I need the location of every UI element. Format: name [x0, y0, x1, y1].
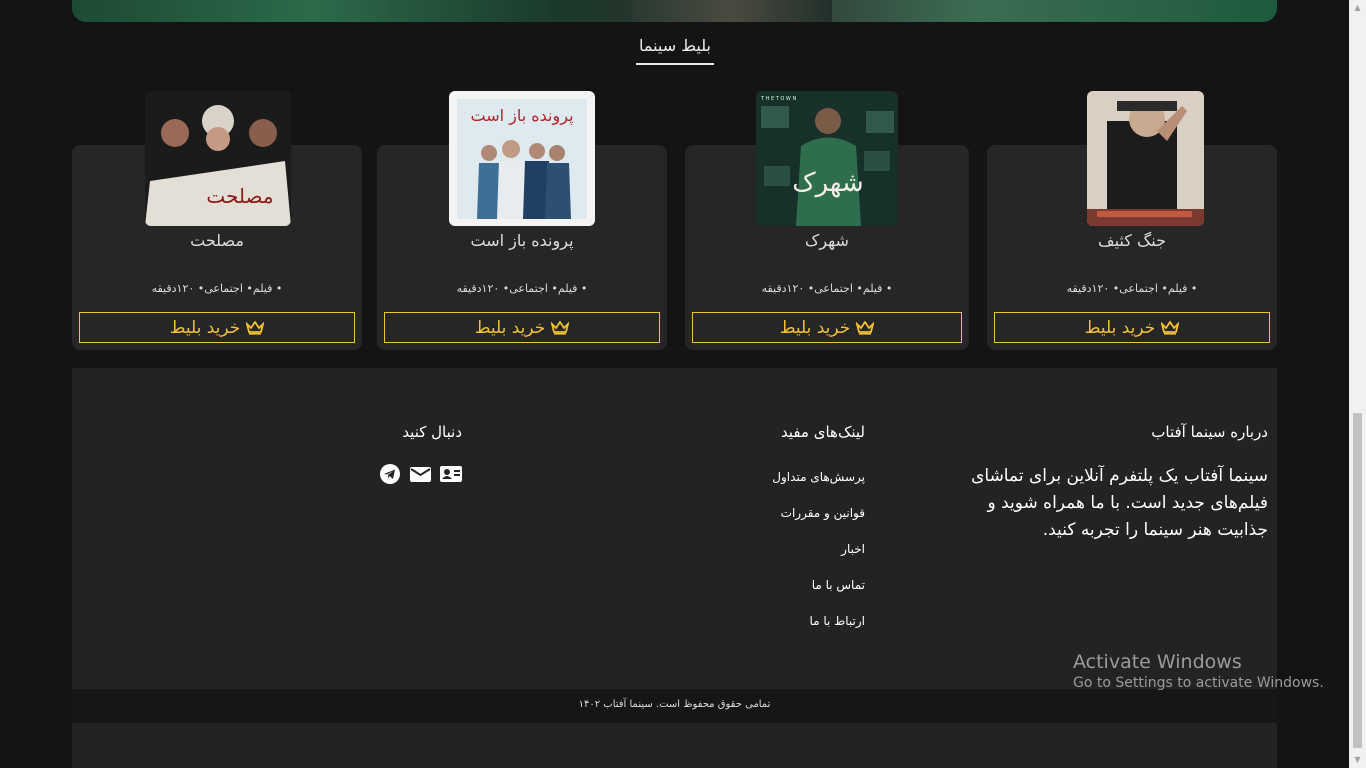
footer-link-rules[interactable]: قوانین و مقررات: [781, 506, 865, 520]
scroll-down-arrow[interactable]: ▼: [1353, 754, 1362, 766]
footer-link-faq[interactable]: پرسش‌های متداول: [772, 470, 865, 484]
movie-meta: • فیلم• اجتماعی• ۱۲۰دقیقه: [456, 282, 588, 295]
activation-subtitle: Go to Settings to activate Windows.: [1073, 675, 1324, 691]
movie-title[interactable]: مصلحت: [72, 231, 362, 250]
buy-ticket-button[interactable]: خرید بلیط: [692, 312, 962, 343]
buy-ticket-button[interactable]: خرید بلیط: [994, 312, 1270, 343]
buy-ticket-label: خرید بلیط: [474, 317, 546, 338]
footer-link-connect[interactable]: ارتباط با ما: [809, 614, 865, 628]
about-title: درباره سینما آفتاب: [1151, 423, 1268, 441]
svg-text:پرونده باز است: پرونده باز است: [470, 106, 573, 126]
links-title: لینک‌های مفید: [780, 423, 865, 441]
contact-card-icon[interactable]: [440, 464, 462, 484]
crown-icon: [246, 320, 265, 335]
telegram-icon[interactable]: [380, 464, 400, 484]
hero-banner: [72, 0, 1277, 22]
copyright-text: تمامی حقوق محفوظ است. سینما آفتاب ۱۴۰۲: [578, 699, 771, 710]
movie-title[interactable]: جنگ کثیف: [987, 231, 1277, 250]
footer-link-contact[interactable]: تماس با ما: [812, 578, 865, 592]
scroll-up-arrow[interactable]: ▲: [1353, 2, 1362, 14]
svg-text:T H E T O W N: T H E T O W N: [760, 96, 796, 102]
svg-text:مصلحت: مصلحت: [206, 184, 273, 208]
scrollbar-thumb[interactable]: [1353, 413, 1362, 748]
svg-text:شهرک: شهرک: [792, 168, 863, 198]
buy-ticket-button[interactable]: خرید بلیط: [384, 312, 660, 343]
movie-meta: • فیلم• اجتماعی• ۱۲۰دقیقه: [151, 282, 283, 295]
mail-icon[interactable]: [410, 464, 431, 484]
movie-poster[interactable]: مصلحت: [145, 91, 291, 226]
about-text: سینما آفتاب یک پلتفرم آنلاین برای تماشای…: [971, 466, 1268, 540]
crown-icon: [856, 320, 875, 335]
movie-poster[interactable]: [1087, 91, 1204, 226]
movie-poster[interactable]: T H E T O W N شهرک: [756, 91, 898, 226]
crown-icon: [551, 320, 570, 335]
movie-title[interactable]: شهرک: [685, 231, 969, 250]
movie-meta: • فیلم• اجتماعی• ۱۲۰دقیقه: [1066, 282, 1198, 295]
buy-ticket-label: خرید بلیط: [1084, 317, 1156, 338]
buy-ticket-button[interactable]: خرید بلیط: [79, 312, 355, 343]
footer-link-news[interactable]: اخبار: [841, 542, 865, 556]
activation-title: Activate Windows: [1073, 651, 1242, 673]
vertical-scrollbar[interactable]: ▲ ▼: [1349, 0, 1366, 768]
buy-ticket-label: خرید بلیط: [169, 317, 241, 338]
movie-title[interactable]: پرونده باز است: [377, 231, 667, 250]
crown-icon: [1161, 320, 1180, 335]
follow-title: دنبال کنید: [402, 423, 462, 441]
windows-activation-watermark: Activate Windows Go to Settings to activ…: [1073, 651, 1324, 691]
section-title: بلیط سینما: [620, 36, 730, 65]
movie-poster[interactable]: پرونده باز است: [449, 91, 595, 226]
buy-ticket-label: خرید بلیط: [779, 317, 851, 338]
movie-meta: • فیلم• اجتماعی• ۱۲۰دقیقه: [761, 282, 893, 295]
bottom-strip: [72, 723, 1277, 768]
copyright-bar: تمامی حقوق محفوظ است. سینما آفتاب ۱۴۰۲: [72, 689, 1277, 723]
